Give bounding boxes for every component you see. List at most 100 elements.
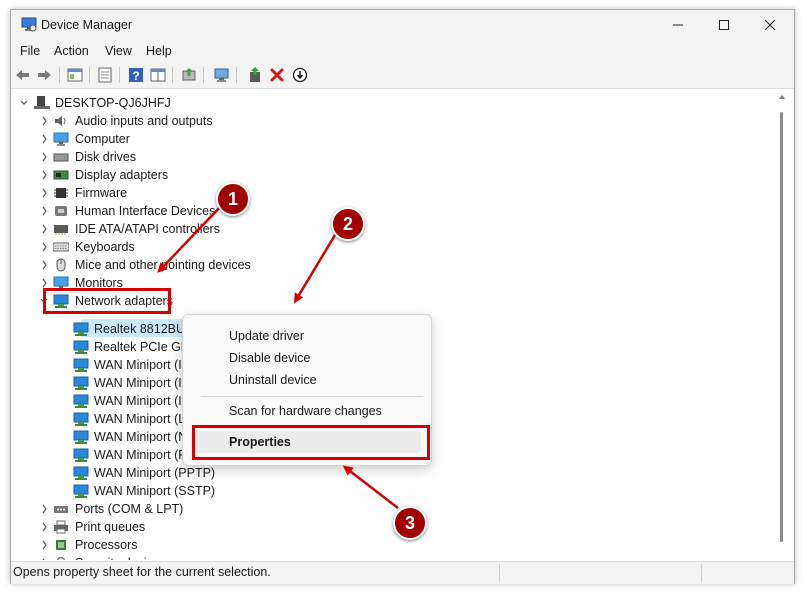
chevron-down-icon[interactable] [19,94,29,112]
network-adapter-icon [73,340,89,354]
disable-device-icon[interactable] [292,67,308,83]
toolbar: ? [11,62,794,89]
menu-help[interactable]: Help [146,44,172,58]
network-adapter-icon [73,430,89,444]
add-legacy-hardware-icon[interactable] [247,67,263,83]
scan-hardware-icon[interactable] [214,67,230,83]
toolbar-separator [59,67,60,83]
status-divider [701,564,702,582]
chevron-right-icon[interactable] [39,112,49,130]
network-device-label: WAN Miniport (SSTP) [94,484,216,498]
tree-category-label: Keyboards [75,240,135,254]
scrollbar-thumb[interactable] [780,112,783,542]
update-driver-icon[interactable] [181,67,197,83]
network-adapter-icon [73,412,89,426]
update-driver-item[interactable]: Update driver [229,329,304,343]
mouse-icon [56,258,66,272]
annotation-badge-3: 3 [393,506,427,540]
maximize-button[interactable] [701,10,747,40]
network-device-label: WAN Miniport (Ne [94,430,195,444]
network-device-label: WAN Miniport (IPv [94,394,197,408]
scroll-up-icon[interactable] [778,94,786,100]
show-hide-tree-icon[interactable] [67,67,83,83]
chevron-right-icon[interactable] [39,518,49,536]
vertical-scrollbar[interactable] [775,90,789,560]
chevron-right-icon[interactable] [39,256,49,274]
chevron-right-icon[interactable] [39,220,49,238]
svg-text:?: ? [132,69,139,83]
firmware-chip-icon [54,188,68,198]
tree-category-label: Display adapters [75,168,169,182]
chevron-right-icon[interactable] [39,536,49,554]
network-adapters-highlight-box [43,288,171,314]
speaker-icon [55,116,66,126]
tree-category-label: Ports (COM & LPT) [75,502,184,516]
status-text: Opens property sheet for the current sel… [13,565,271,579]
close-icon [764,19,776,31]
network-adapter-icon [73,358,89,372]
properties-highlight-box [192,425,430,460]
properties-sheet-icon[interactable] [97,67,113,83]
printer-icon [54,520,68,534]
ide-controller-icon [54,225,68,235]
network-device-label: WAN Miniport (PP [94,448,195,462]
tree-category-label: Firmware [75,186,128,200]
display-adapter-icon [53,170,69,180]
chevron-right-icon[interactable] [39,554,49,560]
network-adapter-icon [73,448,89,462]
chevron-right-icon[interactable] [39,238,49,256]
toolbar-separator [236,67,237,83]
help-icon[interactable]: ? [128,67,144,83]
tree-category-label: Computer [75,132,130,146]
network-adapter-icon [73,394,89,408]
network-adapter-icon [73,322,89,336]
chevron-right-icon[interactable] [39,202,49,220]
title-bar: Device Manager [11,10,794,40]
uninstall-device-item[interactable]: Uninstall device [229,373,317,387]
chevron-right-icon[interactable] [39,166,49,184]
menu-separator [201,396,423,397]
port-icon [54,506,68,513]
disable-device-item[interactable]: Disable device [229,351,310,365]
scan-hardware-item[interactable]: Scan for hardware changes [229,404,382,418]
toolbar-separator [172,67,173,83]
window-title: Device Manager [41,18,133,32]
annotation-badge-1: 1 [216,182,250,216]
disk-drive-icon [53,153,69,162]
uninstall-device-icon[interactable] [269,67,285,83]
status-divider [499,564,500,582]
annotation-badge-2: 2 [331,207,365,241]
back-arrow-icon[interactable] [15,67,31,83]
chevron-right-icon[interactable] [39,130,49,148]
computer-icon [34,96,50,109]
tree-category-label: Human Interface Devices [75,204,216,218]
tree-category-label: Processors [75,538,138,552]
tree-category-label: IDE ATA/ATAPI controllers [75,222,220,236]
menu-view[interactable]: View [105,44,132,58]
menu-file[interactable]: File [20,44,40,58]
minimize-icon [673,24,683,26]
menu-action[interactable]: Action [54,44,89,58]
network-device-label: WAN Miniport (IP) [94,376,195,390]
tree-root-label: DESKTOP-QJ6JHFJ [55,96,171,110]
chevron-right-icon[interactable] [39,500,49,518]
tree-category-label: Print queues [75,520,146,534]
network-adapter-icon [73,466,89,480]
toolbar-separator [119,67,120,83]
forward-arrow-icon[interactable] [36,67,52,83]
tree-category-label: Security devices [75,554,166,560]
network-device-label: WAN Miniport (PPTP) [94,466,216,480]
tree-category-label: Mice and other pointing devices [75,258,251,272]
device-manager-icon [21,17,37,32]
security-icon [57,556,65,560]
toolbar-separator [203,67,204,83]
chevron-right-icon[interactable] [39,184,49,202]
keyboard-icon [53,242,69,252]
minimize-button[interactable] [655,10,701,40]
view-icon[interactable] [150,67,166,83]
toolbar-separator [89,67,90,83]
tree-category-label: Audio inputs and outputs [75,114,213,128]
network-adapter-icon [73,484,89,498]
chevron-right-icon[interactable] [39,148,49,166]
close-button[interactable] [747,10,793,40]
